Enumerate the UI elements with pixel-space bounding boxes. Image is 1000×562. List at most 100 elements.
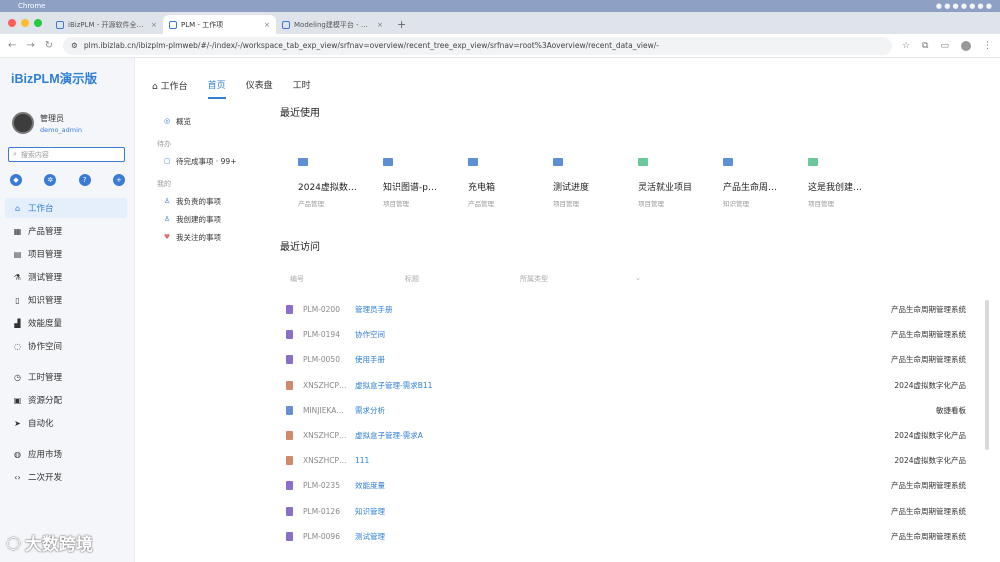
row-title-link[interactable]: 知识管理 <box>355 506 891 517</box>
tab-close-icon[interactable]: × <box>377 21 383 29</box>
recent-card[interactable]: 这是我创建… 项目管理 <box>808 158 893 208</box>
sidepanel-icon[interactable]: ▭ <box>940 41 949 51</box>
row-title-link[interactable]: 需求分析 <box>355 405 936 416</box>
recent-card[interactable]: 产品生命周… 知识管理 <box>723 158 808 208</box>
row-title-link[interactable]: 效能度量 <box>355 480 891 491</box>
sidebar-item-0[interactable]: ⌂ 工作台 <box>5 198 127 218</box>
table-row[interactable]: PLM-0194 协作空间 产品生命周期管理系统 <box>286 322 966 347</box>
heart-icon: ♥ <box>163 233 171 241</box>
table-row[interactable]: XNSZHCP… 111 2024虚拟数字化产品 <box>286 448 966 473</box>
back-icon[interactable]: ← <box>8 40 16 51</box>
nav-overview[interactable]: ◎ 概览 <box>155 112 265 130</box>
address-bar[interactable]: ⚙ plm.ibizlab.cn/ibizplm-plmweb/#/-/inde… <box>63 36 892 55</box>
row-title-link[interactable]: 虚拟盒子管理-需求B11 <box>355 380 894 391</box>
bookmark-star-icon[interactable]: ☆ <box>902 41 910 51</box>
table-row[interactable]: PLM-0200 管理员手册 产品生命周期管理系统 <box>286 297 966 322</box>
sidebar-item-1[interactable]: ▦ 产品管理 <box>5 221 127 241</box>
top-tab[interactable]: 工时 <box>293 78 311 99</box>
market-icon: ◍ <box>14 449 21 459</box>
table-filter[interactable]: 标题 <box>405 274 520 284</box>
top-tab[interactable]: 仪表盘 <box>246 78 273 99</box>
overview-icon: ◎ <box>163 117 171 125</box>
new-tab-icon[interactable]: + <box>389 18 414 34</box>
table-row[interactable]: PLM-0126 知识管理 产品生命周期管理系统 <box>286 499 966 524</box>
forward-icon[interactable]: → <box>26 40 34 51</box>
table-filter[interactable]: 所属类型 <box>520 274 635 284</box>
row-title-link[interactable]: 管理员手册 <box>355 304 891 315</box>
search-input[interactable]: ⌕ 搜索内容 <box>8 147 125 162</box>
nav-mine-item[interactable]: ♙ 我负责的事项 <box>155 192 265 210</box>
sidebar-item-3[interactable]: ⚗ 测试管理 <box>5 267 127 287</box>
chevron-down-icon[interactable]: ⌄ <box>635 274 641 284</box>
table-row[interactable]: XNSZHCP… 虚拟盒子管理-需求A 2024虚拟数字化产品 <box>286 423 966 448</box>
table-row[interactable]: PLM-0096 测试管理 产品生命周期管理系统 <box>286 524 966 549</box>
add-icon[interactable]: + <box>112 174 125 186</box>
secondary-nav: ◎ 概览 待办 ▢ 待完成事项 · 99+ 我的 ♙ 我负责的事项 ♙ 我创建的事项 ♥… <box>155 112 265 246</box>
site-info-icon[interactable]: ⚙ <box>71 41 78 50</box>
nav-mine-item[interactable]: ♥ 我关注的事项 <box>155 228 265 246</box>
nav-todo[interactable]: ▢ 待完成事项 · 99+ <box>155 152 265 170</box>
home-icon: ⌂ <box>14 203 21 213</box>
table-row[interactable]: MINJIEKA… 需求分析 敏捷看板 <box>286 398 966 423</box>
browser-tab[interactable]: iBizPLM - 开源软件全生命周期 × <box>50 15 163 34</box>
row-title-link[interactable]: 测试管理 <box>355 531 891 542</box>
top-tab[interactable]: 首页 <box>207 78 226 99</box>
sidebar-item-6[interactable]: ◌ 协作空间 <box>5 336 127 356</box>
workbench-title[interactable]: ⌂ 工作台 <box>152 79 188 98</box>
sidebar-item-11[interactable]: ‹› 二次开发 <box>5 467 127 487</box>
zoom-window-icon[interactable] <box>34 19 42 27</box>
recent-card[interactable]: 灵活就业项目 项目管理 <box>638 158 723 208</box>
todo-icon: ▢ <box>163 157 171 165</box>
main-content: 最近使用 2024虚拟数… 产品管理 知识图谱-p… 项目管理 充电箱 产品管理 测试进度项… <box>280 104 980 541</box>
home-icon: ⌂ <box>152 82 158 92</box>
sidebar-item-4[interactable]: ▯ 知识管理 <box>5 290 127 310</box>
row-title-link[interactable]: 虚拟盒子管理-需求A <box>355 430 894 441</box>
overview-label: 概览 <box>176 116 191 126</box>
help-icon[interactable]: ? <box>78 174 91 186</box>
reload-icon[interactable]: ↻ <box>45 40 53 51</box>
recent-card-name: 产品生命周… <box>723 183 778 193</box>
scrollbar[interactable] <box>985 300 989 450</box>
profile-avatar[interactable] <box>961 40 971 51</box>
brand-logo[interactable]: iBizPLM演示版 <box>11 68 97 87</box>
tab-close-icon[interactable]: × <box>151 21 157 29</box>
tab-close-icon[interactable]: × <box>264 21 270 29</box>
user-profile[interactable]: 管理员 demo_admin <box>12 112 82 134</box>
table-row[interactable]: PLM-0235 效能度量 产品生命周期管理系统 <box>286 473 966 498</box>
row-project: 2024虚拟数字化产品 <box>894 380 966 390</box>
browser-tab[interactable]: PLM - 工作项 × <box>163 15 276 34</box>
menu-icon[interactable]: ⋮ <box>983 41 992 51</box>
close-window-icon[interactable] <box>8 19 16 27</box>
recent-card[interactable]: 测试进度 项目管理 <box>553 158 638 208</box>
row-title-link[interactable]: 使用手册 <box>355 354 891 365</box>
recent-card[interactable]: 知识图谱-p… 项目管理 <box>383 158 468 208</box>
table-row[interactable]: XNSZHCP… 虚拟盒子管理-需求B11 2024虚拟数字化产品 <box>286 373 966 398</box>
recent-card[interactable]: 充电箱 产品管理 <box>468 158 553 208</box>
document-icon <box>286 355 293 365</box>
sidebar-item-9[interactable]: ➤ 自动化 <box>5 413 127 433</box>
table-filter[interactable]: 编号 <box>290 274 405 284</box>
table-row[interactable]: PLM-0050 使用手册 产品生命周期管理系统 <box>286 347 966 372</box>
bell-icon[interactable]: ◆ <box>10 174 22 186</box>
extensions-icon[interactable]: ⧉ <box>922 41 928 51</box>
avatar[interactable] <box>12 112 34 134</box>
sidebar-item-10[interactable]: ◍ 应用市场 <box>5 444 127 464</box>
sidebar-item-7[interactable]: ◷ 工时管理 <box>5 367 127 387</box>
sidebar-item-8[interactable]: ▣ 资源分配 <box>5 390 127 410</box>
row-title-link[interactable]: 协作空间 <box>355 329 891 340</box>
minimize-window-icon[interactable] <box>21 19 29 27</box>
row-project: 产品生命周期管理系统 <box>891 506 966 516</box>
user-account: demo_admin <box>40 125 83 134</box>
recent-card[interactable]: 2024虚拟数… 产品管理 <box>298 158 383 208</box>
sidebar-item-5[interactable]: ▟ 效能度量 <box>5 313 127 333</box>
gear-icon[interactable]: ✲ <box>44 174 57 186</box>
flask-icon: ⚗ <box>13 272 22 282</box>
recent-card-name: 2024虚拟数… <box>298 183 357 193</box>
sidebar-item-2[interactable]: ▤ 项目管理 <box>5 244 127 264</box>
row-project: 产品生命周期管理系统 <box>891 481 966 491</box>
row-title-link[interactable]: 111 <box>355 456 894 465</box>
nav-divider <box>5 436 127 444</box>
nav-mine-item[interactable]: ♙ 我创建的事项 <box>155 210 265 228</box>
app-menu-label[interactable]: Chrome <box>18 2 45 10</box>
browser-tab[interactable]: Modeling建模平台 - 产品生命 × <box>276 15 389 34</box>
